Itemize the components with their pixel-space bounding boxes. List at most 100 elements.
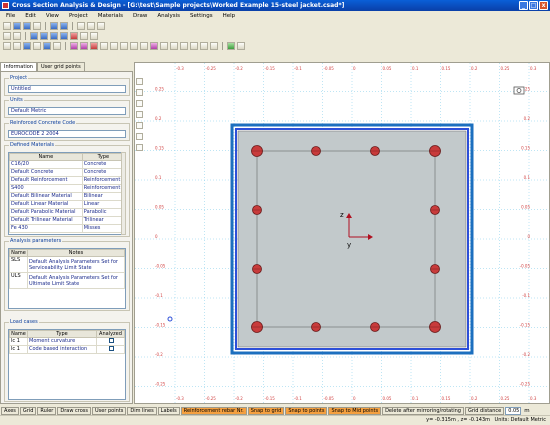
- rebar-line-icon[interactable]: [80, 42, 88, 50]
- print-icon[interactable]: [33, 22, 41, 30]
- maximize-button[interactable]: □: [529, 1, 538, 10]
- chamfer-icon[interactable]: [200, 42, 208, 50]
- table-row[interactable]: Default Concrete Concrete: [9, 168, 125, 177]
- hand-icon[interactable]: [136, 89, 143, 96]
- draw-polygon-icon[interactable]: [50, 32, 58, 40]
- rebar-circle-icon[interactable]: [90, 42, 98, 50]
- grid-icon[interactable]: [3, 32, 11, 40]
- draw-circle-icon[interactable]: [70, 32, 78, 40]
- table-row[interactable]: Default Bilinear Material Bilinear: [9, 192, 125, 201]
- toggle-snap-to-points[interactable]: Snap to points: [285, 406, 328, 415]
- offset-icon[interactable]: [110, 42, 118, 50]
- tab-information[interactable]: Information: [0, 62, 37, 71]
- analyzed-checkbox[interactable]: [108, 346, 114, 351]
- toggle-dim-lines[interactable]: Dim lines: [127, 406, 157, 415]
- column-notes[interactable]: Notes: [27, 249, 125, 257]
- array-icon[interactable]: [130, 42, 138, 50]
- code-field[interactable]: EUROCODE 2 2004: [8, 130, 126, 138]
- toggle-grid[interactable]: Grid: [19, 406, 37, 415]
- toggle-snap-to-grid[interactable]: Snap to grid: [247, 406, 285, 415]
- project-name-field[interactable]: Untitled: [8, 85, 126, 93]
- move-icon[interactable]: [23, 42, 31, 50]
- open-file-icon[interactable]: [13, 22, 21, 30]
- concrete-section[interactable]: [237, 130, 467, 348]
- table-row[interactable]: ULS Default Analysis Parameters Set for U…: [9, 272, 125, 289]
- copy-object-icon[interactable]: [33, 42, 41, 50]
- grid-distance-input[interactable]: 0.05: [505, 406, 522, 415]
- draw-line-icon[interactable]: [30, 32, 38, 40]
- column-name[interactable]: Name: [9, 153, 83, 161]
- paste-icon[interactable]: [97, 22, 105, 30]
- column-analyzed[interactable]: Analyzed: [96, 330, 125, 338]
- table-row[interactable]: Default Parabolic Material Parabolic: [9, 208, 125, 217]
- table-row[interactable]: Default Trilinear Material Trilinear: [9, 216, 125, 225]
- canvas-svg[interactable]: -0.3 -0.3 -0.25 -0.25 -0.2 -0.2 -0.15 -0.15 -0.1…: [135, 63, 550, 404]
- zoom-extents-icon[interactable]: [136, 133, 143, 140]
- rotate-view-icon[interactable]: [136, 100, 143, 107]
- materials-scrollbar[interactable]: [121, 152, 126, 235]
- table-row[interactable]: Fe 430 Misses: [9, 224, 125, 233]
- column-type[interactable]: Type: [27, 330, 97, 338]
- table-row[interactable]: lc 1 Moment curvature: [9, 337, 125, 346]
- zoom-previous-icon[interactable]: [136, 144, 143, 151]
- rotate-icon[interactable]: [43, 42, 51, 50]
- toggle-draw-cross[interactable]: Draw cross: [57, 406, 91, 415]
- copy-icon[interactable]: [87, 22, 95, 30]
- menu-project[interactable]: Project: [69, 13, 88, 19]
- material-icon[interactable]: [150, 42, 158, 50]
- save-icon[interactable]: [23, 22, 31, 30]
- draw-arc-icon[interactable]: [80, 32, 88, 40]
- undo-icon[interactable]: [50, 22, 58, 30]
- table-row[interactable]: S400 Reinforcement: [9, 184, 125, 193]
- menu-file[interactable]: File: [6, 13, 15, 19]
- toggle-axes[interactable]: Axes: [1, 406, 19, 415]
- units-field[interactable]: Default Metric: [8, 107, 126, 115]
- trim-icon[interactable]: [100, 42, 108, 50]
- cut-object-icon[interactable]: [3, 42, 11, 50]
- drawing-canvas[interactable]: -0.3 -0.3 -0.25 -0.25 -0.2 -0.2 -0.15 -0.15 -0.1…: [134, 62, 550, 404]
- tab-user-grid-points[interactable]: User grid points: [36, 62, 85, 71]
- table-row[interactable]: C16/20 Concrete: [9, 160, 125, 169]
- toggle-user-points[interactable]: User points: [92, 406, 127, 415]
- select-icon[interactable]: [13, 32, 21, 40]
- stretch-icon[interactable]: [140, 42, 148, 50]
- break-icon[interactable]: [210, 42, 218, 50]
- minimize-button[interactable]: _: [519, 1, 528, 10]
- fillet-icon[interactable]: [190, 42, 198, 50]
- menu-materials[interactable]: Materials: [98, 13, 123, 19]
- table-row[interactable]: SLS Default Analysis Parameters Set for S…: [9, 256, 125, 273]
- column-name[interactable]: Name: [9, 330, 28, 338]
- camera-icon[interactable]: [513, 86, 525, 95]
- pointer-icon[interactable]: [136, 78, 143, 85]
- redo-icon[interactable]: [60, 22, 68, 30]
- zoom-out-icon[interactable]: [136, 122, 143, 129]
- close-button[interactable]: x: [539, 1, 548, 10]
- new-file-icon[interactable]: [3, 22, 11, 30]
- toggle-labels[interactable]: Labels: [157, 406, 180, 415]
- toggle-ruler[interactable]: Ruler: [37, 406, 57, 415]
- toggle-reinforcement-rebar-nr[interactable]: Reinforcement rebar Nr.: [180, 406, 247, 415]
- explode-icon[interactable]: [170, 42, 178, 50]
- menu-settings[interactable]: Settings: [190, 13, 213, 19]
- add-rebar-icon[interactable]: [70, 42, 78, 50]
- analysis-run-icon[interactable]: [227, 42, 235, 50]
- toggle-snap-to-mid-points[interactable]: Snap to Mid points: [328, 406, 382, 415]
- menu-edit[interactable]: Edit: [25, 13, 36, 19]
- menu-view[interactable]: View: [46, 13, 59, 19]
- table-row[interactable]: Default Reinforcement Reinforcement: [9, 176, 125, 185]
- column-name[interactable]: Name: [9, 249, 28, 257]
- cut-icon[interactable]: [77, 22, 85, 30]
- draw-polyline-icon[interactable]: [40, 32, 48, 40]
- erase-icon[interactable]: [13, 42, 21, 50]
- properties-icon[interactable]: [160, 42, 168, 50]
- toggle-delete-after-mirroring-rotating[interactable]: Delete after mirroring/rotating: [382, 406, 464, 415]
- mirror-icon[interactable]: [53, 42, 61, 50]
- scale-icon[interactable]: [120, 42, 128, 50]
- results-icon[interactable]: [237, 42, 245, 50]
- column-type[interactable]: Type: [81, 153, 125, 161]
- table-row[interactable]: Default Linear Material Linear: [9, 200, 125, 209]
- menu-analysis[interactable]: Analysis: [157, 13, 180, 19]
- menu-help[interactable]: Help: [223, 13, 236, 19]
- menu-draw[interactable]: Draw: [133, 13, 147, 19]
- table-row[interactable]: lc 1 Code based interaction: [9, 345, 125, 354]
